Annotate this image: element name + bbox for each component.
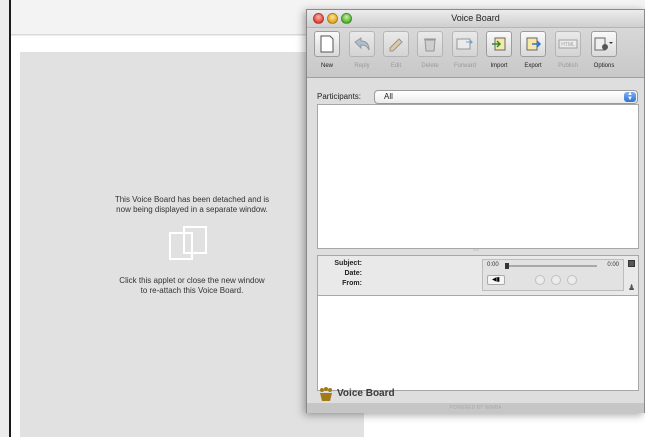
brand-row: Voice Board (307, 385, 644, 403)
import-button[interactable]: Import (482, 31, 516, 75)
forward-button-label: Forward (453, 63, 476, 69)
delete-button[interactable]: Delete (413, 31, 447, 75)
screen: This Voice Board has been detached and i… (0, 0, 645, 437)
voice-board-logo-icon (320, 387, 332, 401)
elapsed-time: 0:00 (487, 262, 499, 268)
from-label: From: (342, 280, 362, 287)
new-button[interactable]: New (310, 31, 344, 75)
export-icon (526, 37, 541, 51)
import-icon (492, 37, 506, 51)
reply-icon (354, 37, 370, 51)
options-gear-icon (594, 37, 613, 51)
brand-name: Voice Board (337, 388, 395, 399)
options-button[interactable]: Options (587, 31, 621, 75)
voice-board-window: Voice Board New Reply Edit Delete Forwar… (306, 9, 645, 413)
edit-button-label: Edit (390, 63, 402, 69)
pause-button[interactable] (551, 275, 561, 285)
import-button-label: Import (490, 63, 508, 69)
page-left-border (9, 0, 11, 437)
stop-button[interactable] (567, 275, 577, 285)
select-arrows-icon: ▲ ▼ (624, 91, 636, 102)
message-list[interactable] (317, 104, 639, 249)
participants-selected-value: All (384, 92, 393, 101)
detached-windows-icon (169, 226, 207, 260)
forward-icon (456, 38, 474, 50)
publish-button[interactable]: HTML Publish (551, 31, 585, 75)
window-title: Voice Board (451, 13, 500, 23)
forward-button[interactable]: Forward (448, 31, 482, 75)
new-button-label: New (320, 63, 333, 69)
audio-player: 0:00 0:00 ◀▮ (482, 259, 624, 291)
play-button[interactable] (535, 275, 545, 285)
options-button-label: Options (593, 63, 615, 69)
playback-progress-track[interactable] (505, 263, 597, 269)
delete-button-label: Delete (421, 63, 439, 69)
reply-button-label: Reply (354, 63, 370, 69)
html-publish-icon: HTML (558, 39, 578, 49)
total-time: 0:00 (607, 262, 619, 268)
publish-button-label: Publish (558, 63, 578, 69)
player-side-controls: ♟ (628, 260, 636, 292)
record-stop-icon[interactable] (628, 260, 635, 267)
date-label: Date: (344, 270, 362, 277)
export-button[interactable]: Export (516, 31, 550, 75)
volume-button[interactable]: ◀▮ (487, 275, 505, 285)
export-button-label: Export (524, 63, 542, 69)
microphone-icon[interactable]: ♟ (628, 283, 635, 292)
speaker-icon: ◀▮ (492, 277, 500, 283)
window-titlebar[interactable]: Voice Board (307, 10, 644, 28)
message-body[interactable] (317, 295, 639, 391)
reply-button[interactable]: Reply (345, 31, 379, 75)
pane-splitter-handle[interactable]: ⋯ (473, 248, 479, 254)
svg-text:HTML: HTML (561, 42, 575, 48)
participants-select[interactable]: All ▲ ▼ (374, 90, 638, 104)
toolbar: New Reply Edit Delete Forward Import Exp… (307, 28, 644, 78)
edit-icon (389, 38, 403, 52)
delete-icon (424, 38, 436, 52)
powered-by-footer: POWERED BY WIMBA (307, 403, 644, 413)
subject-label: Subject: (334, 260, 362, 267)
edit-button[interactable]: Edit (379, 31, 413, 75)
new-document-icon (320, 35, 334, 53)
participants-label: Participants: (317, 92, 362, 101)
message-header: Subject: Date: From: 0:00 0:00 ◀▮ ♟ (317, 255, 639, 295)
playback-position-knob[interactable] (505, 263, 509, 269)
